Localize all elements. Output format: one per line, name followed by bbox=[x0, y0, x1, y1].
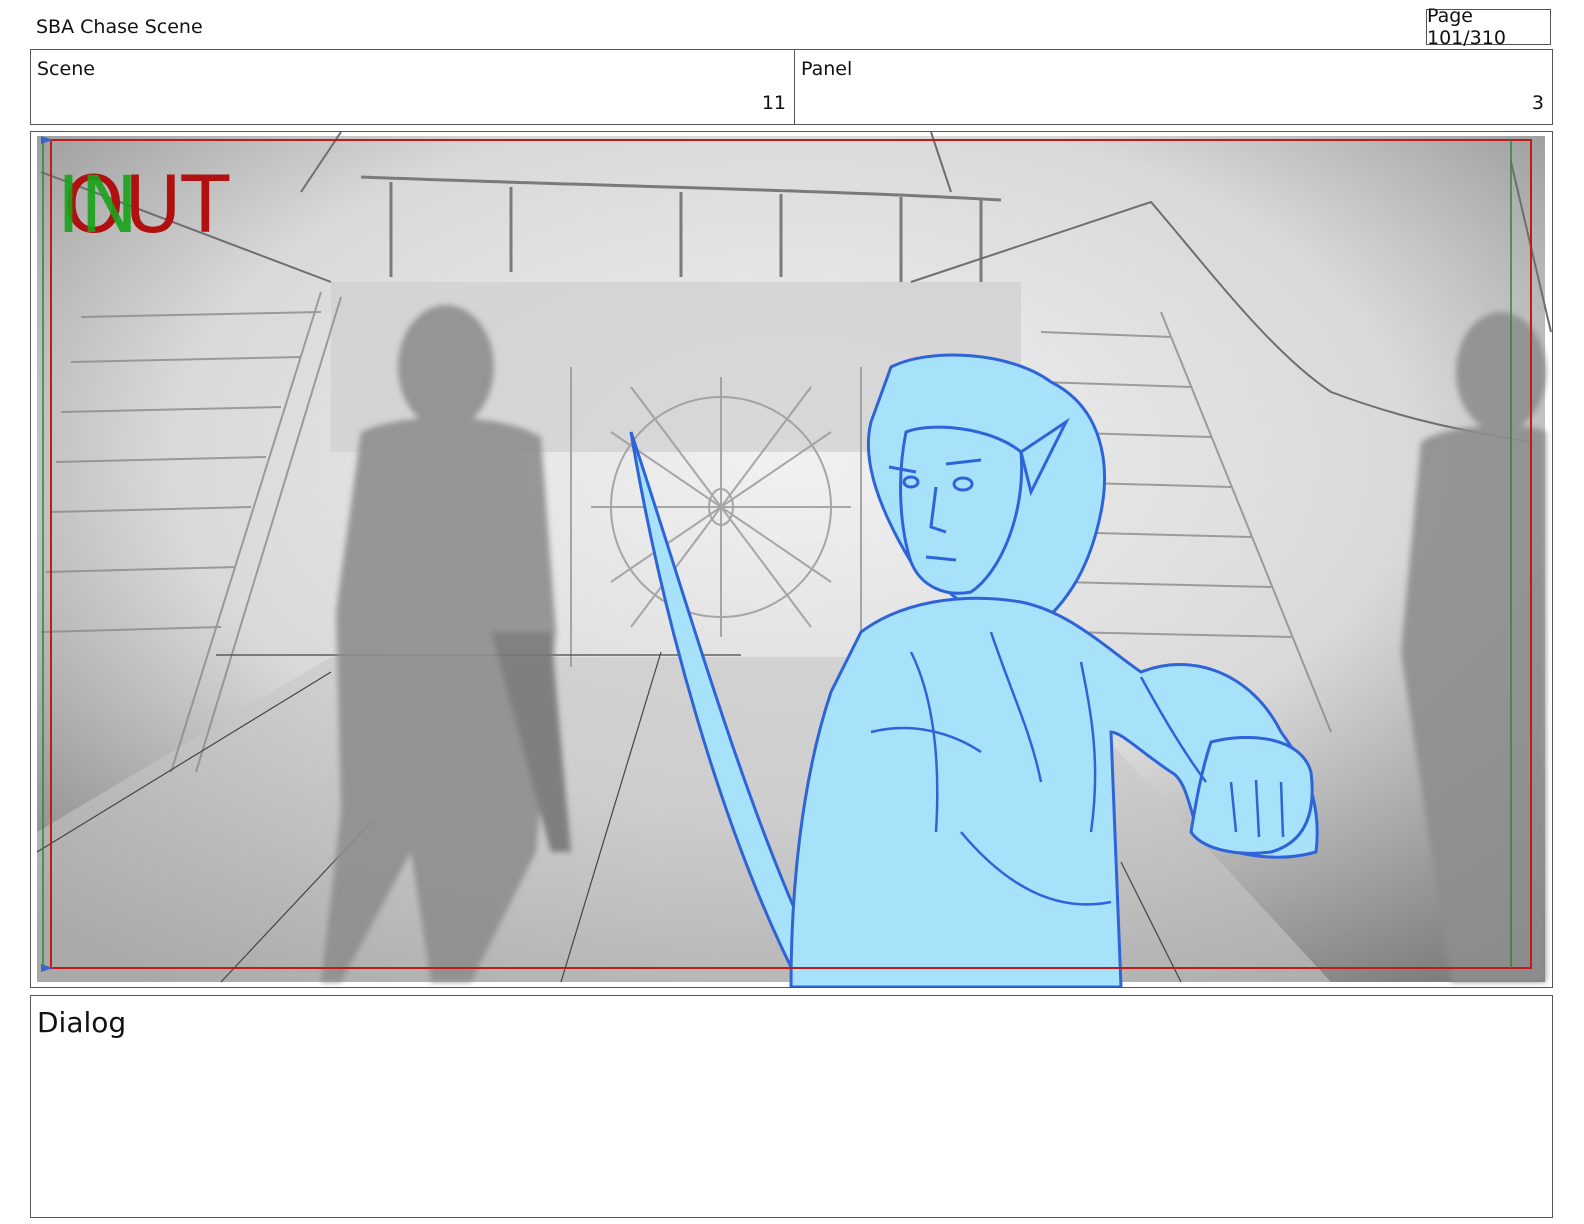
storyboard-drawing: OUT IN bbox=[36, 132, 1552, 987]
info-row: Scene 11 Panel 3 bbox=[30, 49, 1553, 125]
panel-number: 3 bbox=[1531, 92, 1544, 114]
scene-cell: Scene 11 bbox=[31, 50, 795, 124]
dialog-label: Dialog bbox=[37, 1006, 127, 1039]
panel-cell: Panel 3 bbox=[795, 50, 1552, 124]
background-sketch bbox=[36, 132, 1552, 983]
panel-label: Panel bbox=[801, 58, 853, 80]
document-title: SBA Chase Scene bbox=[36, 16, 203, 38]
storyboard-frame: OUT IN bbox=[30, 131, 1553, 988]
in-marker: IN bbox=[57, 161, 138, 251]
scene-label: Scene bbox=[37, 58, 95, 80]
dialog-box: Dialog bbox=[30, 995, 1553, 1218]
scene-number: 11 bbox=[761, 92, 786, 114]
page-indicator: Page 101/310 bbox=[1426, 5, 1551, 49]
